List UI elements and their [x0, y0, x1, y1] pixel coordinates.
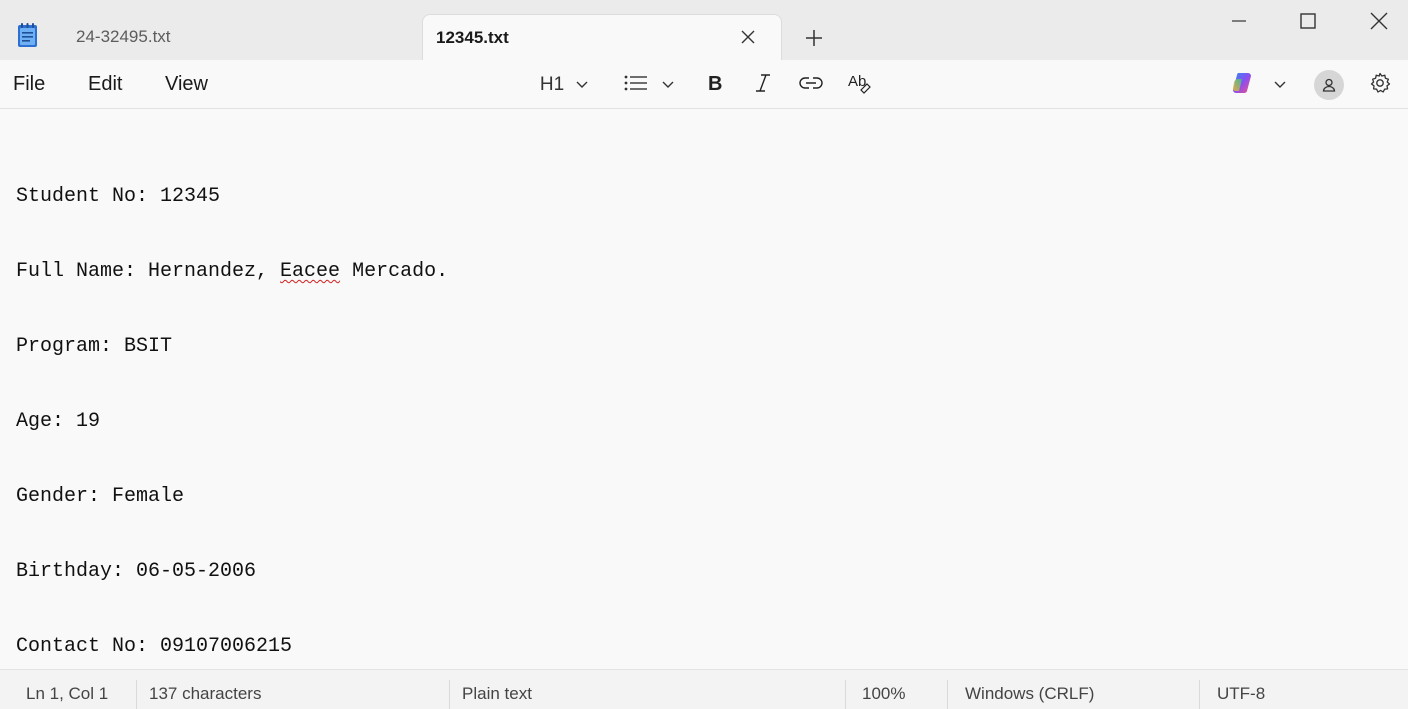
heading-dropdown[interactable]: H1: [536, 70, 592, 100]
toolbar: File Edit View H1 B Ab: [0, 60, 1408, 109]
list-icon: [624, 74, 648, 97]
cursor-position[interactable]: Ln 1, Col 1: [26, 684, 108, 704]
divider: [136, 680, 137, 709]
document-line: Birthday: 06-05-2006: [16, 560, 257, 583]
document-line: Age: 19: [16, 410, 101, 433]
document-line: Student No: 12345: [16, 185, 221, 208]
menu-edit[interactable]: Edit: [88, 73, 122, 96]
tab-24-32495[interactable]: 24-32495.txt: [52, 14, 422, 60]
copilot-button[interactable]: [1228, 70, 1288, 100]
character-count: 137 characters: [149, 684, 262, 703]
notepad-icon: [16, 22, 40, 48]
list-dropdown[interactable]: [621, 70, 677, 100]
tab-label: 12345.txt: [436, 27, 509, 47]
minimize-icon[interactable]: [1216, 4, 1262, 38]
document-line: Gender: Female: [16, 485, 185, 508]
new-tab-icon[interactable]: [800, 24, 828, 52]
divider: [1199, 680, 1200, 709]
menu-view[interactable]: View: [165, 73, 208, 96]
tab-12345[interactable]: 12345.txt: [422, 14, 782, 60]
line-ending[interactable]: Windows (CRLF): [965, 684, 1094, 704]
document-line-text: Mercado.: [340, 260, 449, 283]
menu-file[interactable]: File: [13, 73, 45, 96]
copilot-icon: [1230, 71, 1256, 100]
link-button[interactable]: [797, 70, 825, 100]
status-bar: Ln 1, Col 1 137 characters Plain text 10…: [0, 669, 1408, 709]
document-content[interactable]: Student No: 12345 Full Name: Hernandez, …: [16, 134, 448, 709]
account-icon[interactable]: [1314, 70, 1344, 100]
chevron-down-icon: [1274, 76, 1286, 94]
document-line-text: Full Name: Hernandez,: [16, 260, 281, 283]
document-line: Program: BSIT: [16, 335, 173, 358]
document-line: Contact No: 09107006215: [16, 635, 293, 658]
format-status[interactable]: Plain text: [462, 684, 532, 704]
document-line: Full Name: Hernandez, Eacee Mercado.: [16, 259, 448, 284]
clear-formatting-icon: Ab: [847, 72, 871, 99]
chevron-down-icon: [662, 76, 674, 94]
bold-icon: B: [706, 73, 724, 98]
link-icon: [799, 76, 823, 95]
maximize-icon[interactable]: [1285, 4, 1331, 38]
text-editor[interactable]: Student No: 12345 Full Name: Hernandez, …: [0, 110, 1408, 669]
title-bar: 24-32495.txt 12345.txt: [0, 0, 1408, 60]
heading-label: H1: [539, 74, 565, 95]
close-tab-icon[interactable]: [737, 26, 759, 48]
encoding[interactable]: UTF-8: [1217, 684, 1265, 704]
close-icon[interactable]: [1356, 4, 1402, 38]
misspelled-word[interactable]: Eacee: [280, 260, 340, 283]
chevron-down-icon: [576, 76, 588, 94]
clear-formatting-button[interactable]: Ab: [845, 70, 873, 100]
tab-label: 24-32495.txt: [76, 27, 171, 46]
zoom-level[interactable]: 100%: [862, 684, 905, 704]
settings-button[interactable]: [1368, 70, 1392, 100]
italic-icon: [754, 73, 772, 98]
divider: [449, 680, 450, 709]
svg-text:B: B: [708, 73, 722, 93]
bold-button[interactable]: B: [702, 70, 728, 100]
settings-icon: [1369, 72, 1391, 99]
divider: [845, 680, 846, 709]
italic-button[interactable]: [750, 70, 776, 100]
divider: [947, 680, 948, 709]
